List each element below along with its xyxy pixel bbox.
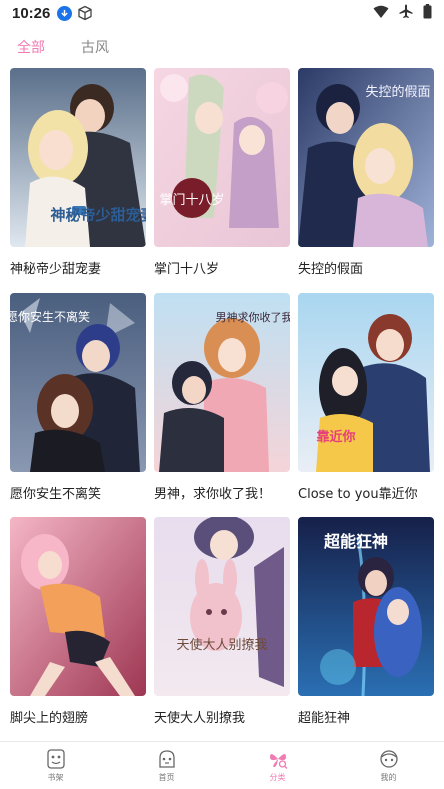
- bookshelf-icon: [45, 748, 67, 770]
- bottom-nav: 书架 首页 分类 我的: [0, 741, 444, 789]
- status-time: 10:26: [12, 4, 51, 22]
- comic-cover[interactable]: 超能狂神: [298, 517, 434, 696]
- comic-card[interactable]: 掌门十八岁 掌门十八岁: [154, 68, 290, 277]
- profile-icon: [378, 748, 400, 770]
- comic-card[interactable]: 失控的假面 失控的假面: [298, 68, 434, 277]
- comic-card[interactable]: 超能狂神 超能狂神: [298, 517, 434, 726]
- cover-text: 男神求你收了我: [216, 310, 291, 324]
- nav-label: 首页: [158, 773, 175, 782]
- comic-title[interactable]: 超能狂神: [298, 707, 444, 726]
- comic-cover[interactable]: 掌门十八岁: [154, 68, 290, 247]
- nav-item-category[interactable]: 分类: [222, 742, 333, 789]
- wifi-icon: [373, 4, 389, 23]
- comic-cover[interactable]: 失控的假面: [298, 68, 434, 247]
- comic-title[interactable]: 脚尖上的翅膀: [10, 707, 160, 726]
- comic-title[interactable]: 愿你安生不离笑: [10, 483, 160, 502]
- tab-all[interactable]: 全部: [17, 37, 45, 57]
- comic-cover[interactable]: 天使大人别撩我: [154, 517, 290, 696]
- comic-title[interactable]: 天使大人别撩我: [154, 707, 304, 726]
- comic-card[interactable]: 神秘帝少甜宠妻 神秘帝少甜宠妻: [10, 68, 146, 277]
- tab-ancient-style[interactable]: 古风: [81, 37, 109, 57]
- cover-text: 超能狂神: [323, 532, 388, 551]
- comic-title[interactable]: 神秘帝少甜宠妻: [10, 258, 160, 277]
- cover-text: 愿你安生不离笑: [10, 309, 90, 324]
- comic-title[interactable]: 男神，求你收了我！: [154, 483, 304, 502]
- download-icon: [57, 5, 73, 21]
- cover-text: 靠近你: [316, 429, 355, 445]
- nav-item-home[interactable]: 首页: [111, 742, 222, 789]
- nav-item-profile[interactable]: 我的: [333, 742, 444, 789]
- comic-cover[interactable]: 靠近你: [298, 293, 434, 472]
- cover-text: 天使大人别撩我: [176, 637, 267, 653]
- nav-item-bookshelf[interactable]: 书架: [0, 742, 111, 789]
- status-bar: 10:26: [0, 0, 444, 26]
- comic-cover[interactable]: 神秘帝少甜宠妻: [10, 68, 146, 247]
- comic-title[interactable]: 掌门十八岁: [154, 258, 304, 277]
- nav-label: 书架: [47, 773, 64, 782]
- nav-label: 分类: [269, 773, 286, 782]
- airplane-icon: [399, 4, 413, 23]
- comic-card[interactable]: 靠近你 Close to you靠近你: [298, 293, 434, 502]
- category-tabs: 全部 古风: [0, 34, 444, 60]
- cover-text: 失控的假面: [365, 84, 430, 100]
- box-icon: [77, 5, 93, 21]
- comic-card[interactable]: 脚尖上的翅膀: [10, 517, 146, 726]
- battery-icon: [423, 3, 432, 23]
- cover-text: 神秘帝少甜宠妻: [50, 206, 146, 224]
- comic-card[interactable]: 天使大人别撩我 天使大人别撩我: [154, 517, 290, 726]
- comic-cover[interactable]: [10, 517, 146, 696]
- category-icon: [267, 748, 289, 770]
- nav-label: 我的: [380, 773, 397, 782]
- comic-cover[interactable]: 男神求你收了我: [154, 293, 290, 472]
- cover-text: 掌门十八岁: [159, 193, 224, 208]
- comic-card[interactable]: 男神求你收了我 男神，求你收了我！: [154, 293, 290, 502]
- comic-title[interactable]: Close to you靠近你: [298, 483, 444, 502]
- comic-cover[interactable]: 愿你安生不离笑: [10, 293, 146, 472]
- comic-title[interactable]: 失控的假面: [298, 258, 444, 277]
- comic-card[interactable]: 愿你安生不离笑 愿你安生不离笑: [10, 293, 146, 502]
- home-icon: [156, 748, 178, 770]
